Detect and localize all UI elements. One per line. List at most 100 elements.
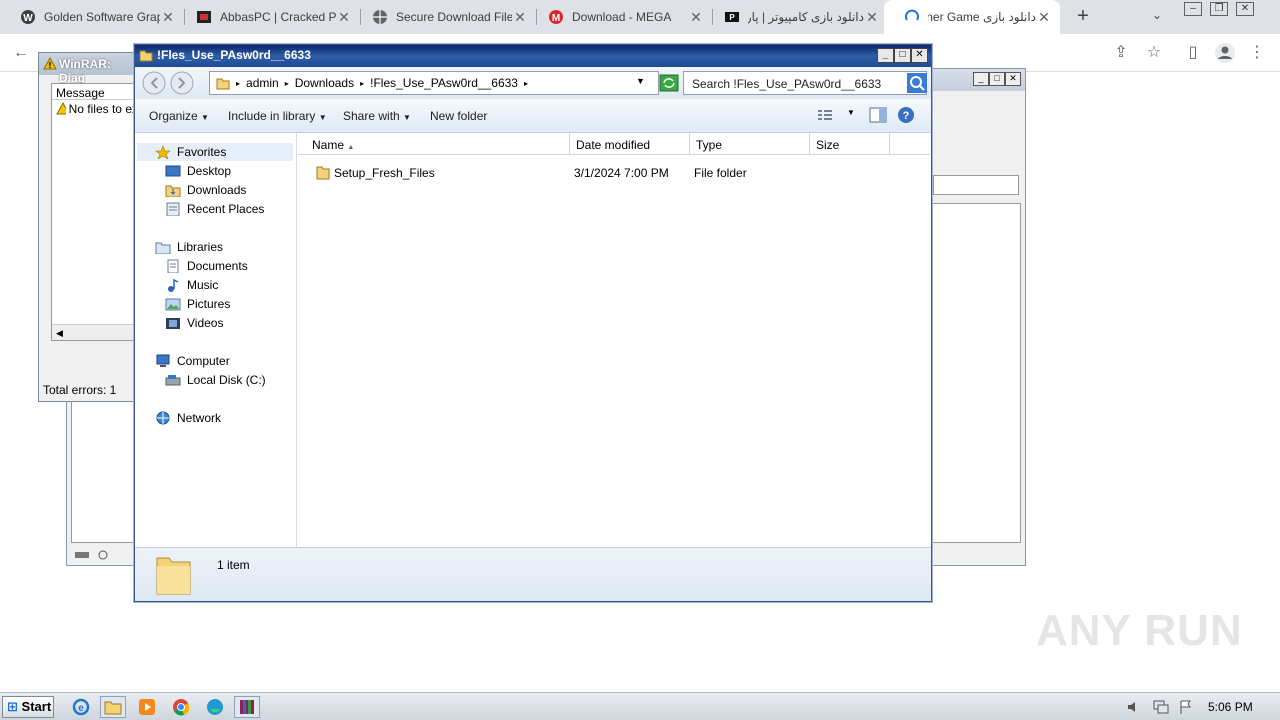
clock[interactable]: 5:06 PM	[1208, 700, 1253, 714]
scroll-left-icon[interactable]: ◀	[52, 328, 63, 338]
tab-search-icon[interactable]: ⌄	[1152, 8, 1162, 22]
tab-persian-site[interactable]: P دانلود بازی کامپیوتر | پار ✕	[704, 0, 888, 34]
abbaspc-icon	[196, 9, 212, 25]
new-tab-button[interactable]: +	[1072, 6, 1094, 28]
tab-title: Secure Download File	[396, 10, 512, 24]
tab-abbaspc[interactable]: AbbasPC | Cracked PC ✕	[176, 0, 360, 34]
close-tab-icon[interactable]: ✕	[864, 9, 880, 26]
restore-icon[interactable]: ❐	[1210, 2, 1228, 16]
help-icon[interactable]: ?	[897, 106, 915, 127]
minimize-button[interactable]: _	[877, 48, 894, 63]
tab-title: AbbasPC | Cracked PC	[220, 10, 336, 24]
column-type[interactable]: Type	[690, 133, 810, 155]
nav-favorites[interactable]: Favorites	[155, 143, 226, 161]
tab-mega[interactable]: M Download - MEGA ✕	[528, 0, 712, 34]
network-icon	[156, 411, 170, 425]
column-size[interactable]: Size	[810, 133, 890, 155]
globe-icon	[372, 9, 388, 25]
column-date-modified[interactable]: Date modified	[570, 133, 690, 155]
breadcrumb-downloads[interactable]: Downloads	[295, 76, 354, 90]
share-icon[interactable]: ⇪	[1110, 42, 1132, 64]
minimize-icon[interactable]: –	[1184, 2, 1202, 16]
close-tab-icon[interactable]: ✕	[1036, 9, 1052, 26]
ie-icon[interactable]: e	[68, 696, 94, 718]
close-icon[interactable]: ✕	[1005, 72, 1021, 86]
media-player-icon[interactable]	[134, 696, 160, 718]
nav-downloads[interactable]: Downloads	[165, 181, 246, 199]
volume-icon[interactable]	[1126, 699, 1142, 718]
view-dropdown-icon[interactable]: ▼	[847, 108, 855, 117]
svg-text:M: M	[552, 13, 560, 24]
command-bar: Organize ▼ Include in library ▼ Share wi…	[135, 99, 931, 133]
sort-ascending-icon: ▲	[347, 144, 355, 151]
explorer-window: !Fles_Use_PAsw0rd__6633 _ □ ✕ ▸ admin ▸ …	[134, 44, 932, 602]
side-panel-icon[interactable]: ▯	[1182, 42, 1204, 64]
folder-icon	[216, 78, 230, 90]
share-with-button[interactable]: Share with ▼	[343, 109, 411, 123]
tab-title: Golden Software Graph	[44, 10, 160, 24]
profile-avatar-icon[interactable]	[1214, 42, 1236, 64]
tab-golden-software[interactable]: W Golden Software Graph ✕	[0, 0, 184, 34]
refresh-icon[interactable]	[659, 74, 679, 95]
preview-pane-icon[interactable]	[869, 107, 887, 126]
close-tab-icon[interactable]: ✕	[688, 9, 704, 26]
search-icon[interactable]	[907, 73, 927, 96]
menu-icon[interactable]: ⋮	[1246, 42, 1268, 64]
close-tab-icon[interactable]: ✕	[512, 9, 528, 26]
browser-tab-strip: W Golden Software Graph ✕ AbbasPC | Crac…	[0, 0, 1280, 34]
action-center-flag-icon[interactable]	[1178, 699, 1194, 718]
message-row[interactable]: No files to ex	[52, 100, 138, 116]
nav-network[interactable]: Network	[155, 409, 221, 427]
nav-documents[interactable]: Documents	[165, 257, 248, 275]
network-tray-icon[interactable]	[1152, 699, 1170, 718]
winrar-taskbar-icon[interactable]	[234, 696, 260, 718]
breadcrumb-admin[interactable]: admin	[246, 76, 279, 90]
desktop-icon	[165, 165, 181, 177]
file-row[interactable]: Setup_Fresh_Files 3/1/2024 7:00 PM File …	[298, 162, 930, 182]
chrome-icon[interactable]	[168, 696, 194, 718]
address-field[interactable]: ▸ admin ▸ Downloads ▸ !Fles_Use_PAsw0rd_…	[209, 71, 659, 95]
new-folder-button[interactable]: New folder	[430, 109, 487, 123]
back-button[interactable]	[141, 71, 167, 98]
search-input[interactable]: Search !Fles_Use_PAsw0rd__6633	[683, 71, 927, 95]
nav-music[interactable]: Music	[165, 276, 218, 294]
address-dropdown-icon[interactable]: ▼	[636, 76, 645, 86]
column-name[interactable]: Name ▲	[306, 133, 570, 155]
organize-button[interactable]: Organize ▼	[149, 109, 209, 123]
svg-text:P: P	[729, 13, 735, 22]
nav-videos[interactable]: Videos	[165, 314, 223, 332]
file-name[interactable]: Setup_Fresh_Files	[334, 166, 435, 180]
maximize-icon[interactable]: □	[989, 72, 1005, 86]
nav-libraries[interactable]: Libraries	[155, 238, 223, 256]
edge-icon[interactable]	[202, 696, 228, 718]
file-type: File folder	[694, 166, 747, 180]
tab-secure-download[interactable]: Secure Download File ✕	[352, 0, 536, 34]
back-icon[interactable]: ←	[10, 42, 32, 64]
close-button[interactable]: ✕	[911, 48, 928, 63]
svg-text:e: e	[78, 703, 84, 714]
view-options-icon[interactable]	[817, 109, 833, 126]
winrar-diagnostic-dialog: ! WinRAR: Diag Message No files to ex ◀ …	[38, 52, 139, 402]
close-icon[interactable]: ✕	[1236, 2, 1254, 16]
bookmark-star-icon[interactable]: ☆	[1143, 42, 1165, 64]
nav-pictures[interactable]: Pictures	[165, 295, 230, 313]
explorer-taskbar-icon[interactable]	[100, 696, 126, 718]
close-tab-icon[interactable]: ✕	[160, 9, 176, 26]
path-dropdown[interactable]	[933, 175, 1019, 195]
start-button[interactable]: ⊞ Start	[2, 696, 54, 718]
tab-runner-game[interactable]: دانلود بازی Runner Game ✕	[884, 0, 1060, 34]
maximize-button[interactable]: □	[894, 48, 911, 63]
nav-recent-places[interactable]: Recent Places	[165, 200, 264, 218]
horizontal-scrollbar[interactable]: ◀	[52, 324, 138, 340]
nav-desktop[interactable]: Desktop	[165, 162, 231, 180]
message-column-header[interactable]: Message	[52, 84, 138, 100]
forward-button[interactable]	[169, 71, 195, 98]
nav-local-disk[interactable]: Local Disk (C:)	[165, 371, 266, 389]
navigation-pane: Favorites Desktop Downloads Recent Place…	[137, 133, 297, 547]
warning-icon: !	[43, 56, 57, 73]
close-tab-icon[interactable]: ✕	[336, 9, 352, 26]
breadcrumb-current[interactable]: !Fles_Use_PAsw0rd__6633	[370, 76, 518, 90]
nav-computer[interactable]: Computer	[155, 352, 230, 370]
minimize-icon[interactable]: _	[973, 72, 989, 86]
include-in-library-button[interactable]: Include in library ▼	[228, 109, 327, 123]
